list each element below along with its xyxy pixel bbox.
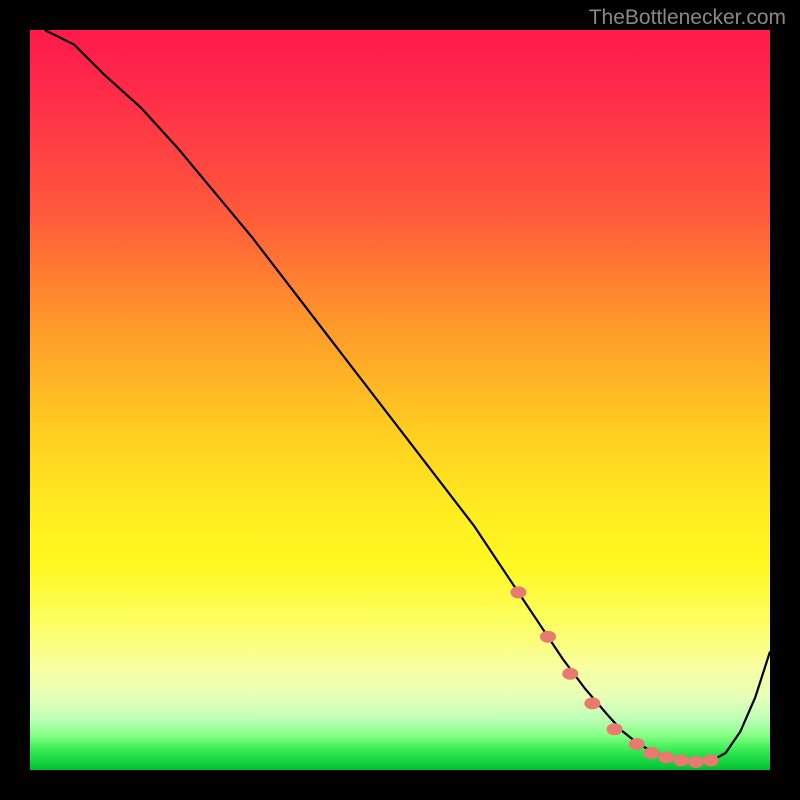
marker-point (540, 631, 556, 643)
chart-plot-area (30, 30, 770, 770)
marker-point (688, 756, 704, 768)
curve-line (45, 30, 770, 763)
marker-point (703, 754, 719, 766)
marker-point (584, 697, 600, 709)
marker-point (644, 747, 660, 759)
marker-point (607, 723, 623, 735)
curve-markers (510, 586, 718, 768)
watermark-text: TheBottlenecker.com (589, 6, 786, 30)
marker-point (658, 751, 674, 763)
marker-point (629, 738, 645, 750)
marker-point (562, 668, 578, 680)
marker-point (510, 586, 526, 598)
chart-svg (30, 30, 770, 770)
marker-point (673, 754, 689, 766)
